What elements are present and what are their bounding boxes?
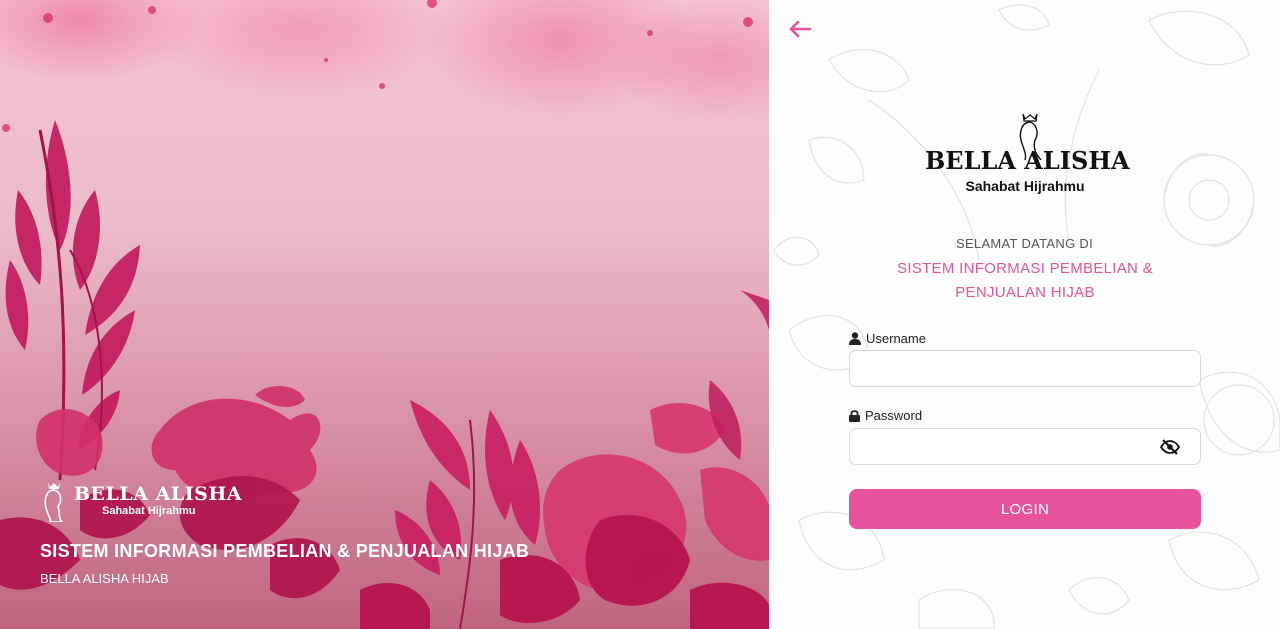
brand-logo-name: BELLA ALISHA bbox=[925, 146, 1130, 175]
user-icon bbox=[849, 332, 861, 345]
hero-floral-illustration bbox=[0, 0, 769, 629]
password-label: Password bbox=[849, 408, 922, 423]
lock-icon bbox=[849, 410, 860, 422]
password-input[interactable] bbox=[849, 428, 1201, 465]
hero-brand-tagline: Sahabat Hijrahmu bbox=[102, 504, 196, 517]
hero-panel: BELLA ALISHA Sahabat Hijrahmu SISTEM INF… bbox=[0, 0, 769, 629]
arrow-left-icon bbox=[789, 20, 812, 38]
username-input[interactable] bbox=[849, 350, 1201, 387]
back-button[interactable] bbox=[785, 14, 815, 44]
toggle-password-visibility-button[interactable] bbox=[1159, 436, 1181, 458]
password-label-text: Password bbox=[865, 408, 923, 423]
system-name-heading: SISTEM INFORMASI PEMBELIAN & PENJUALAN H… bbox=[897, 260, 1153, 301]
login-button[interactable]: LOGIN bbox=[849, 489, 1201, 529]
hijab-woman-logo-icon bbox=[44, 482, 64, 522]
eye-slash-icon bbox=[1160, 439, 1180, 455]
brand-logo: BELLA ALISHA Sahabat Hijrahmu bbox=[925, 110, 1130, 198]
hero-brand-logo: BELLA ALISHA Sahabat Hijrahmu bbox=[40, 478, 242, 522]
welcome-text: SELAMAT DATANG DI bbox=[955, 236, 1094, 251]
hero-brand-name: BELLA ALISHA bbox=[74, 482, 243, 505]
login-panel: BELLA ALISHA Sahabat Hijrahmu SELAMAT DA… bbox=[769, 0, 1280, 629]
hero-title: SISTEM INFORMASI PEMBELIAN & PENJUALAN H… bbox=[40, 541, 530, 561]
username-label: Username bbox=[849, 331, 926, 346]
floral-line-background bbox=[773, 4, 1280, 629]
hero-subtitle: BELLA ALISHA HIJAB bbox=[40, 571, 169, 586]
brand-logo-tagline: Sahabat Hijrahmu bbox=[965, 178, 1085, 194]
username-label-text: Username bbox=[866, 331, 926, 346]
